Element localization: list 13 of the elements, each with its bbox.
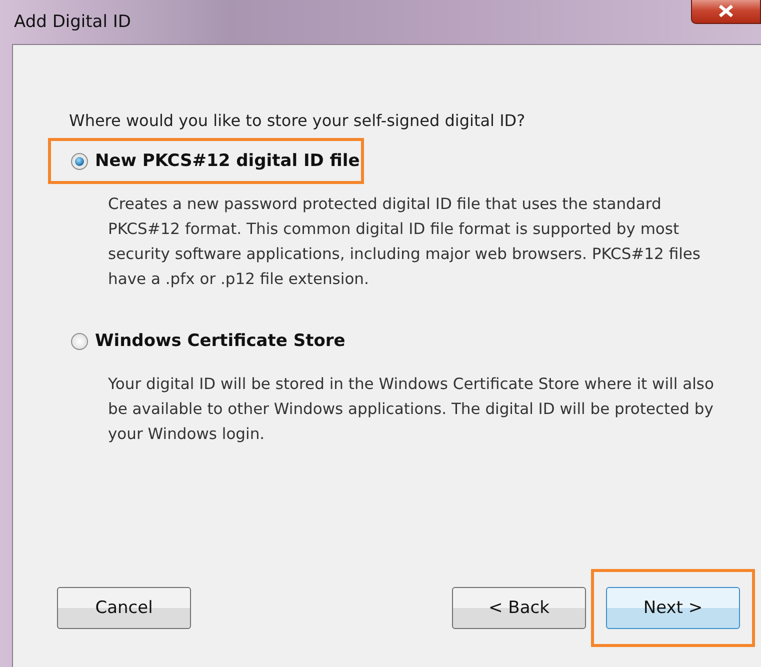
option-label[interactable]: Windows Certificate Store (95, 331, 346, 351)
radio-button[interactable] (71, 152, 88, 170)
back-button[interactable]: < Back (452, 587, 586, 629)
radio-button[interactable] (71, 332, 88, 350)
close-button[interactable] (691, 0, 761, 24)
option-description: Creates a new password protected digital ID file that uses the standard PKCS#12 format. This common digital ID file format is supported by most security software applications, including major web browsers. PKCS#12 files have a .pfx or .p12 file extension. (108, 194, 702, 290)
window-title: Add Digital ID (14, 12, 131, 32)
question-text: Where would you like to store your self-signed digital ID? (69, 111, 526, 130)
cancel-button[interactable]: Cancel (57, 587, 191, 629)
next-button[interactable]: Next > (606, 587, 740, 629)
option-label[interactable]: New PKCS#12 digital ID file (95, 151, 360, 171)
option-description: Your digital ID will be stored in the Windows Certificate Store where it will also be available to other Windows applications. The digital ID will be protected by your Windows login. (108, 374, 715, 445)
close-icon (717, 4, 735, 18)
